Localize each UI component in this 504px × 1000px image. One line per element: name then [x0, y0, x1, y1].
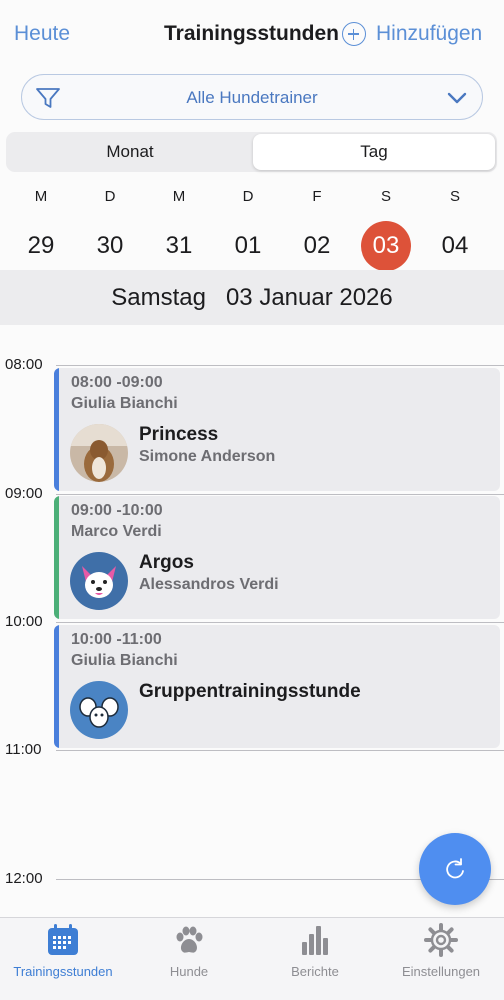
tab-trainingsstunden[interactable]: Trainingsstunden [0, 918, 126, 1000]
refresh-button[interactable] [419, 833, 491, 905]
event-dog-name: Princess [139, 424, 219, 445]
tab-label[interactable]: Trainingsstunden [0, 964, 126, 979]
tab-label[interactable]: Einstellungen [378, 964, 504, 979]
weekday-number[interactable]: 30 [85, 221, 135, 271]
weekday-number-selected[interactable]: 03 [361, 221, 411, 271]
week-day-selected[interactable]: S 03 [356, 186, 416, 271]
tab-bar: Trainingsstunden Hunde Berichte Einstell… [0, 917, 504, 1000]
event-color-bar [54, 496, 59, 619]
tab-label[interactable]: Berichte [252, 964, 378, 979]
hour-divider [56, 365, 504, 366]
top-bar: Heute Trainingsstunden Hinzufügen [0, 0, 504, 70]
weekday-letter: D [242, 188, 254, 205]
day-timeline[interactable]: 08:00 09:00 10:00 11:00 12:00 08:00 -09:… [0, 325, 504, 917]
tab-einstellungen[interactable]: Einstellungen [378, 918, 504, 1000]
bar-chart-icon[interactable] [297, 922, 333, 958]
hour-label: 11:00 [5, 741, 42, 758]
hour-divider [56, 494, 504, 495]
hour-label: 08:00 [5, 356, 43, 373]
add-button-label[interactable]: Hinzufügen [376, 22, 482, 46]
week-strip: M 29 D 30 M 31 D 01 F 02 S 03 S 04 [0, 186, 504, 271]
segment-month[interactable]: Monat [9, 134, 251, 170]
weekday-number[interactable]: 29 [16, 221, 66, 271]
hour-label: 09:00 [5, 485, 43, 502]
weekday-letter: M [34, 188, 48, 205]
event-owner-name: Alessandros Verdi [139, 576, 279, 593]
event-time: 10:00 -11:00 [71, 631, 162, 648]
event-trainer: Giulia Bianchi [71, 652, 178, 669]
today-button[interactable]: Heute [14, 22, 70, 46]
week-day[interactable]: F 02 [287, 186, 347, 271]
group-avatar [70, 681, 128, 739]
hour-divider [56, 622, 504, 623]
trainer-filter-label[interactable]: Alle Hundetrainer [22, 88, 482, 108]
tab-hunde[interactable]: Hunde [126, 918, 252, 1000]
tab-label[interactable]: Hunde [126, 964, 252, 979]
training-event[interactable]: 08:00 -09:00 Giulia Bianchi Princess Sim… [54, 368, 500, 491]
event-owner-name: Simone Anderson [139, 448, 276, 465]
weekday-letter: D [104, 188, 116, 205]
dog-avatar [70, 424, 128, 482]
dog-avatar [70, 552, 128, 610]
event-color-bar [54, 368, 59, 491]
training-event[interactable]: 09:00 -10:00 Marco Verdi Argos Alessandr… [54, 496, 500, 619]
add-button[interactable]: Hinzufügen [342, 22, 482, 46]
paw-icon[interactable] [171, 922, 207, 958]
tab-berichte[interactable]: Berichte [252, 918, 378, 1000]
weekday-number[interactable]: 04 [430, 221, 480, 271]
weekday-letter: F [312, 188, 322, 205]
weekday-letter: S [380, 188, 391, 205]
weekday-number[interactable]: 01 [223, 221, 273, 271]
event-title: Gruppentrainingsstunde [139, 681, 361, 702]
weekday-letter: M [172, 188, 186, 205]
week-day[interactable]: S 04 [425, 186, 485, 271]
hour-label: 12:00 [5, 870, 43, 887]
event-trainer: Marco Verdi [71, 523, 162, 540]
weekday-number[interactable]: 31 [154, 221, 204, 271]
hour-divider [56, 750, 504, 751]
gear-icon[interactable] [423, 922, 459, 958]
training-event[interactable]: 10:00 -11:00 Giulia Bianchi Gruppentrain… [54, 625, 500, 748]
event-color-bar [54, 625, 59, 748]
event-time: 08:00 -09:00 [71, 374, 163, 391]
trainer-filter-dropdown[interactable]: Alle Hundetrainer [21, 74, 483, 120]
page-title: Trainingsstunden [164, 22, 340, 45]
segment-day[interactable]: Tag [253, 134, 495, 170]
chevron-down-icon[interactable] [446, 87, 468, 109]
view-segmented-control: Monat Tag [6, 132, 497, 172]
calendar-icon[interactable] [45, 922, 81, 958]
plus-circle-icon[interactable] [342, 22, 366, 46]
hour-label: 10:00 [5, 613, 43, 630]
refresh-icon[interactable] [441, 855, 469, 883]
event-dog-name: Argos [139, 552, 194, 573]
weekday-number[interactable]: 02 [292, 221, 342, 271]
event-time: 09:00 -10:00 [71, 502, 163, 519]
week-day[interactable]: M 31 [149, 186, 209, 271]
week-day[interactable]: D 30 [80, 186, 140, 271]
week-day[interactable]: D 01 [218, 186, 278, 271]
event-trainer: Giulia Bianchi [71, 395, 178, 412]
weekday-letter: S [449, 188, 460, 205]
week-day[interactable]: M 29 [11, 186, 71, 271]
selected-date-header: Samstag 03 Januar 2026 [0, 270, 504, 325]
